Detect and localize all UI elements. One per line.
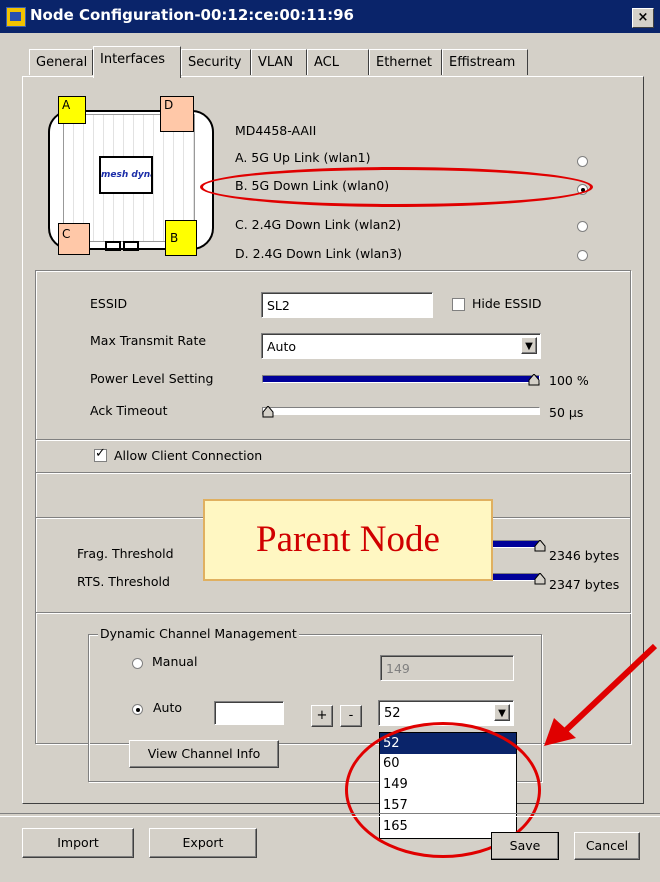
- manual-label: Manual: [152, 654, 198, 669]
- tab-interfaces[interactable]: Interfaces: [93, 46, 181, 78]
- frag-slider-thumb[interactable]: [534, 539, 546, 552]
- max-rate-label: Max Transmit Rate: [90, 333, 207, 348]
- chevron-down-icon[interactable]: ▼: [494, 704, 510, 721]
- tab-general[interactable]: General: [29, 49, 93, 75]
- footer-divider: [0, 813, 660, 817]
- ack-slider-thumb[interactable]: [262, 405, 274, 418]
- title-bar: Node Configuration-00:12:ce:00:11:96 ×: [0, 0, 660, 33]
- connector-icon: [123, 241, 139, 251]
- import-button[interactable]: Import: [22, 828, 134, 858]
- tab-security[interactable]: Security: [181, 49, 251, 75]
- channel-selected-value: 52: [384, 706, 401, 721]
- power-slider[interactable]: [262, 375, 540, 383]
- port-b-marker: B: [165, 220, 197, 256]
- auto-channel-input[interactable]: [214, 701, 284, 725]
- port-c-marker: C: [58, 223, 90, 255]
- link-c-label: C. 2.4G Down Link (wlan2): [235, 217, 402, 232]
- power-label: Power Level Setting: [90, 371, 214, 386]
- annotation-ellipse-link: [200, 167, 593, 207]
- auto-radio[interactable]: [132, 704, 143, 715]
- rts-slider-thumb[interactable]: [534, 572, 546, 585]
- ack-value: 50 µs: [549, 405, 584, 420]
- allow-client-label: Allow Client Connection: [114, 448, 263, 463]
- allow-client-checkbox[interactable]: ✓: [94, 446, 107, 462]
- view-channel-info-button[interactable]: View Channel Info: [129, 740, 279, 768]
- link-a-radio[interactable]: [577, 156, 588, 167]
- manual-radio[interactable]: [132, 658, 143, 669]
- app-icon: [6, 7, 26, 27]
- ack-slider[interactable]: [262, 407, 540, 415]
- device-diagram: mesh dynamics A D C B: [45, 96, 215, 256]
- export-button[interactable]: Export: [149, 828, 257, 858]
- essid-label: ESSID: [90, 296, 128, 311]
- link-a-label: A. 5G Up Link (wlan1): [235, 150, 371, 165]
- rts-threshold-value: 2347 bytes: [549, 577, 620, 592]
- hide-essid-label: Hide ESSID: [472, 296, 542, 311]
- device-logo: mesh dynamics: [99, 156, 153, 194]
- rts-threshold-label: RTS. Threshold: [77, 574, 170, 589]
- hide-essid-checkbox[interactable]: [452, 298, 465, 311]
- max-rate-value: Auto: [267, 339, 297, 354]
- ack-label: Ack Timeout: [90, 403, 168, 418]
- port-a-marker: A: [58, 96, 86, 124]
- tab-vlan[interactable]: VLAN: [251, 49, 307, 75]
- link-d-radio[interactable]: [577, 250, 588, 261]
- minus-button[interactable]: -: [340, 705, 362, 727]
- dcm-title: Dynamic Channel Management: [98, 626, 299, 641]
- parent-node-annotation: Parent Node: [203, 499, 493, 581]
- window-title: Node Configuration-00:12:ce:00:11:96: [30, 6, 354, 24]
- chevron-down-icon[interactable]: ▼: [521, 337, 537, 354]
- cancel-button[interactable]: Cancel: [574, 832, 640, 860]
- tab-acl[interactable]: ACL: [307, 49, 369, 75]
- connector-icon: [105, 241, 121, 251]
- link-c-radio[interactable]: [577, 221, 588, 232]
- close-button[interactable]: ×: [632, 8, 654, 28]
- max-rate-dropdown[interactable]: Auto ▼: [261, 333, 541, 359]
- power-value: 100 %: [549, 373, 589, 388]
- tab-effistream[interactable]: Effistream: [442, 49, 528, 75]
- frag-threshold-label: Frag. Threshold: [77, 546, 174, 561]
- power-slider-thumb[interactable]: [528, 373, 540, 386]
- port-d-marker: D: [160, 96, 194, 132]
- frag-threshold-value: 2346 bytes: [549, 548, 620, 563]
- tab-ethernet[interactable]: Ethernet: [369, 49, 442, 75]
- link-d-label: D. 2.4G Down Link (wlan3): [235, 246, 403, 261]
- power-slider-fill: [263, 376, 539, 382]
- plus-button[interactable]: +: [311, 705, 333, 727]
- save-button[interactable]: Save: [491, 832, 559, 860]
- manual-channel-field[interactable]: 149: [380, 655, 514, 681]
- device-model: MD4458-AAII: [235, 123, 317, 138]
- essid-input[interactable]: SL2: [261, 292, 433, 318]
- annotation-arrow: [544, 643, 658, 746]
- check-icon: ✓: [95, 446, 106, 461]
- auto-label: Auto: [153, 700, 183, 715]
